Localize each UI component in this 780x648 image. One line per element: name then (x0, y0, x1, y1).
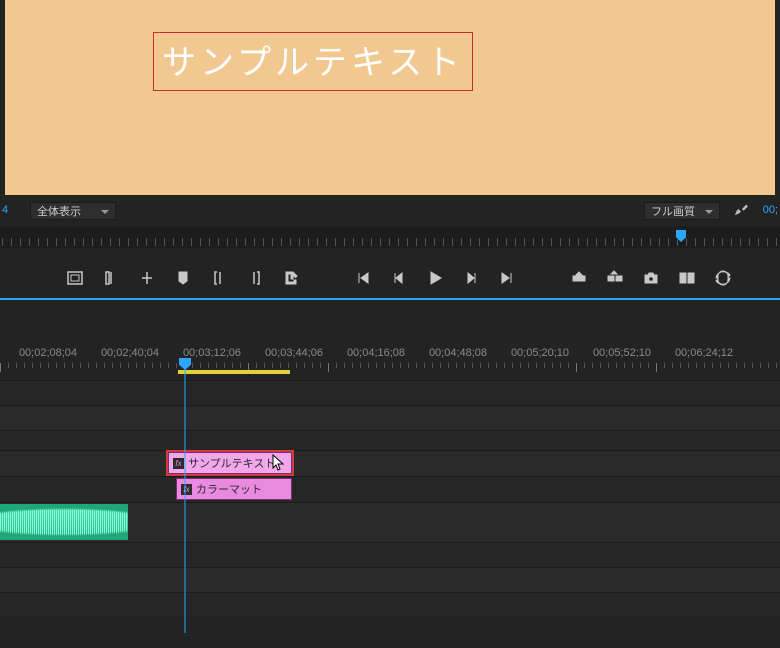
audio-clip[interactable] (0, 504, 128, 540)
work-area-bar[interactable] (178, 370, 290, 374)
preview-right-number: 00; (763, 204, 778, 216)
timecode-label: 00;03;44;06 (265, 347, 323, 359)
bracket-out-icon[interactable] (246, 269, 264, 287)
time-ruler[interactable]: 00;02;08;04 00;02;40;04 00;03;12;06 00;03;4… (0, 345, 780, 375)
fx-badge-icon: fx (173, 458, 184, 469)
step-forward-icon[interactable] (462, 269, 480, 287)
video-track-2[interactable]: fx サンプルテキスト (0, 450, 780, 476)
export-frame-icon[interactable] (282, 269, 300, 287)
audio-track-2[interactable] (0, 542, 780, 567)
loop-icon[interactable] (714, 269, 732, 287)
timecode-label: 00;04;16;08 (347, 347, 405, 359)
program-monitor: サンプルテキスト (5, 0, 775, 195)
color-matte-clip-label: カラーマット (196, 481, 262, 497)
timecode-label: 00;02;08;04 (19, 347, 77, 359)
step-back-icon[interactable] (390, 269, 408, 287)
timecode-label: 00;02;40;04 (101, 347, 159, 359)
bracket-in-icon[interactable] (210, 269, 228, 287)
play-icon[interactable] (426, 269, 444, 287)
go-to-out-icon[interactable] (498, 269, 516, 287)
timecode-label: 00;06;24;12 (675, 347, 733, 359)
video-track-3[interactable] (0, 380, 780, 405)
lift-icon[interactable] (570, 269, 588, 287)
fx-badge-icon: fx (181, 484, 192, 495)
playhead-line[interactable] (185, 368, 186, 633)
transport-toolbar (0, 258, 780, 298)
audio-track-1[interactable] (0, 502, 780, 542)
extract-icon[interactable] (606, 269, 624, 287)
color-matte-clip[interactable]: fx カラーマット (176, 478, 292, 500)
marker-icon[interactable] (174, 269, 192, 287)
video-track-2b[interactable] (0, 405, 780, 430)
audio-track-4[interactable] (0, 592, 780, 617)
zoom-fit-select[interactable]: 全体表示 (30, 202, 116, 220)
quality-label: フル画質 (651, 203, 695, 219)
title-text-overlay[interactable]: サンプルテキスト (153, 32, 473, 91)
audio-waveform (0, 504, 128, 540)
comparison-view-icon[interactable] (678, 269, 696, 287)
preview-ruler[interactable] (0, 226, 780, 248)
preview-controls: 4 全体表示 フル画質 00; (0, 200, 780, 224)
quality-select[interactable]: フル画質 (644, 202, 720, 220)
tracks-area: fx サンプルテキスト fx カラーマット (0, 380, 780, 633)
zoom-fit-label: 全体表示 (37, 203, 81, 219)
go-to-in-icon[interactable] (354, 269, 372, 287)
preview-left-number: 4 (2, 204, 8, 216)
settings-wrench-icon[interactable] (734, 202, 748, 219)
timecode-label: 00;04;48;08 (429, 347, 487, 359)
camera-icon[interactable] (642, 269, 660, 287)
mark-out-icon[interactable] (138, 269, 156, 287)
title-clip[interactable]: fx サンプルテキスト (168, 452, 292, 474)
video-track-1[interactable]: fx カラーマット (0, 476, 780, 502)
timecode-label: 00;03;12;06 (183, 347, 241, 359)
timecode-label: 00;05;20;10 (511, 347, 569, 359)
audio-track-3[interactable] (0, 567, 780, 592)
timecode-label: 00;05;52;10 (593, 347, 651, 359)
mark-in-icon[interactable] (102, 269, 120, 287)
safe-margins-icon[interactable] (66, 269, 84, 287)
title-clip-label: サンプルテキスト (188, 455, 275, 471)
